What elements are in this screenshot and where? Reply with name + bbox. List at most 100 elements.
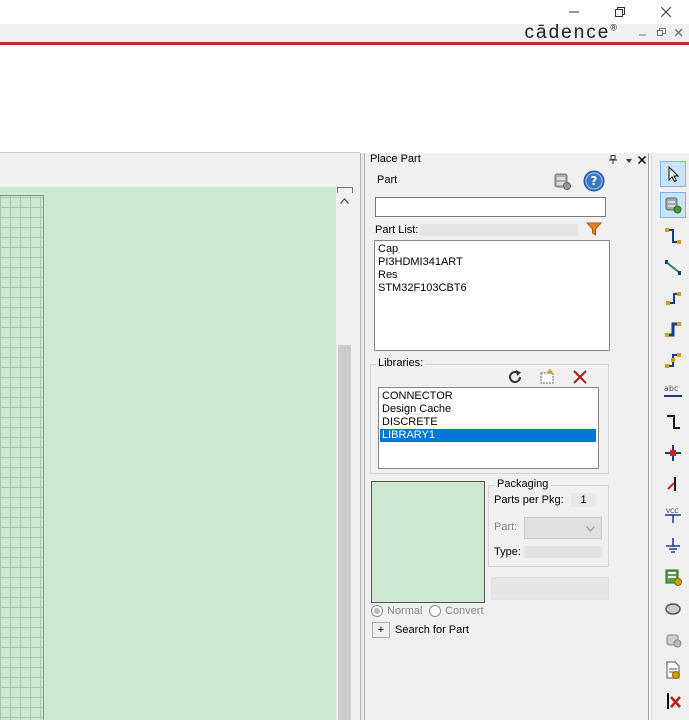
add-library-button[interactable] <box>534 366 560 388</box>
panel-title: Place Part <box>370 153 421 165</box>
convert-radio[interactable] <box>429 605 441 617</box>
parts-per-pkg-value: 1 <box>571 493 596 507</box>
net-alias-icon: abc <box>664 384 682 397</box>
text-tool-button[interactable] <box>660 657 686 683</box>
bus-tool-button[interactable] <box>660 316 686 342</box>
part-list[interactable]: Cap PI3HDMI341ART Res STM32F103CBT6 <box>374 240 610 351</box>
pin-button[interactable] <box>609 155 619 165</box>
mdi-minimize-button[interactable] <box>635 27 651 41</box>
schematic-page[interactable] <box>44 187 336 720</box>
junction-tool-button[interactable] <box>660 347 686 373</box>
vcc-icon: VCC <box>665 508 681 523</box>
close-icon <box>637 155 647 165</box>
schematic-grid[interactable] <box>0 187 44 720</box>
refresh-icon <box>509 370 522 383</box>
minimize-icon <box>569 11 579 13</box>
minimize-icon <box>639 34 646 36</box>
panel-close-button[interactable] <box>637 155 648 165</box>
mdi-restore-button[interactable] <box>653 27 669 41</box>
ground-tool-button[interactable] <box>660 533 686 559</box>
wire-tool-button[interactable] <box>660 223 686 249</box>
part-list-label: Part List: <box>375 224 419 236</box>
part-search-input[interactable] <box>375 197 606 217</box>
restore-button[interactable] <box>597 0 643 24</box>
place-part-panel: Place Part Part ? Part List: Cap PI3HDMI… <box>365 153 649 720</box>
power-icon <box>667 477 676 491</box>
place-part-tool-button[interactable] <box>660 192 686 218</box>
svg-text:VCC: VCC <box>666 508 678 515</box>
vcc-tool-button[interactable]: VCC <box>660 502 686 528</box>
part-label: Part <box>377 174 398 186</box>
close-button[interactable] <box>643 0 689 24</box>
auto-wire-tool-button[interactable] <box>660 254 686 280</box>
bus-entry-tool-button[interactable] <box>660 409 686 435</box>
select-tool-button[interactable] <box>660 161 686 187</box>
add-library-part-button[interactable] <box>549 170 575 192</box>
filter-button[interactable] <box>582 218 606 240</box>
list-item[interactable]: CONNECTOR <box>382 390 453 403</box>
filter-icon <box>586 222 602 236</box>
part-list-filter-field <box>420 224 578 236</box>
part-select-label: Part: <box>494 521 518 533</box>
scroll-thumb[interactable] <box>338 345 351 720</box>
grid-border <box>0 187 44 196</box>
net-group-tool-button[interactable] <box>660 285 686 311</box>
off-page-connector-icon <box>665 603 681 615</box>
hierarchical-block-tool-button[interactable] <box>660 564 686 590</box>
chevron-down-icon <box>626 159 632 163</box>
hierarchical-pin-tool-button[interactable] <box>660 626 686 652</box>
toolbar-area <box>0 45 689 152</box>
text-document-icon <box>666 661 680 679</box>
part-preview <box>371 481 485 603</box>
type-label: Type: <box>494 546 521 558</box>
part-select-dropdown[interactable] <box>524 517 602 539</box>
panel-menu-button[interactable] <box>625 155 635 165</box>
chevron-up-icon <box>340 198 349 204</box>
convert-label: Convert <box>445 605 484 617</box>
part-info-field <box>491 577 609 600</box>
bus-icon <box>665 322 681 337</box>
bus-entry-icon <box>667 415 680 429</box>
close-icon <box>674 28 683 37</box>
cadence-logo: cādence® <box>525 22 619 44</box>
list-item[interactable]: DISCRETE <box>382 416 438 429</box>
pointer-icon <box>668 166 680 182</box>
delete-pin-icon <box>667 693 681 709</box>
type-value <box>524 546 602 558</box>
remove-library-button[interactable] <box>567 366 593 388</box>
scroll-up-button[interactable] <box>336 196 353 212</box>
normal-radio[interactable] <box>371 605 383 617</box>
restore-icon <box>615 7 625 17</box>
power-tool-button[interactable] <box>660 471 686 497</box>
list-item[interactable]: Cap <box>378 243 398 256</box>
net-group-icon <box>666 292 681 305</box>
refresh-libraries-button[interactable] <box>502 366 528 388</box>
new-library-icon <box>540 369 554 384</box>
delete-tool-button[interactable] <box>660 688 686 714</box>
place-part-icon <box>665 197 682 214</box>
mdi-close-button[interactable] <box>671 27 687 41</box>
logo-text: cādence <box>524 22 611 43</box>
database-icon <box>554 173 571 190</box>
search-for-part-label[interactable]: Search for Part <box>395 624 469 636</box>
no-connect-tool-button[interactable] <box>660 440 686 466</box>
minimize-button[interactable] <box>551 0 597 24</box>
list-item[interactable]: STM32F103CBT6 <box>378 282 467 295</box>
libraries-list[interactable]: CONNECTOR Design Cache DISCRETE LIBRARY1 <box>378 387 599 469</box>
svg-text:abc: abc <box>664 384 678 393</box>
pin-icon <box>609 155 617 164</box>
hierarchical-pin-icon <box>666 634 682 648</box>
restore-icon <box>656 28 666 36</box>
help-icon: ? <box>583 170 605 192</box>
svg-text:?: ? <box>591 174 598 188</box>
list-item[interactable]: PI3HDMI341ART <box>378 256 463 269</box>
normal-label: Normal <box>387 605 423 617</box>
list-item[interactable]: Res <box>378 269 398 282</box>
off-page-connector-tool-button[interactable] <box>660 595 686 621</box>
list-item-selected[interactable]: LIBRARY1 <box>380 429 596 442</box>
search-expand-button[interactable]: + <box>372 622 390 638</box>
net-alias-tool-button[interactable]: abc <box>660 378 686 404</box>
help-button[interactable]: ? <box>581 170 607 192</box>
hierarchical-block-icon <box>665 569 682 586</box>
list-item[interactable]: Design Cache <box>382 403 451 416</box>
